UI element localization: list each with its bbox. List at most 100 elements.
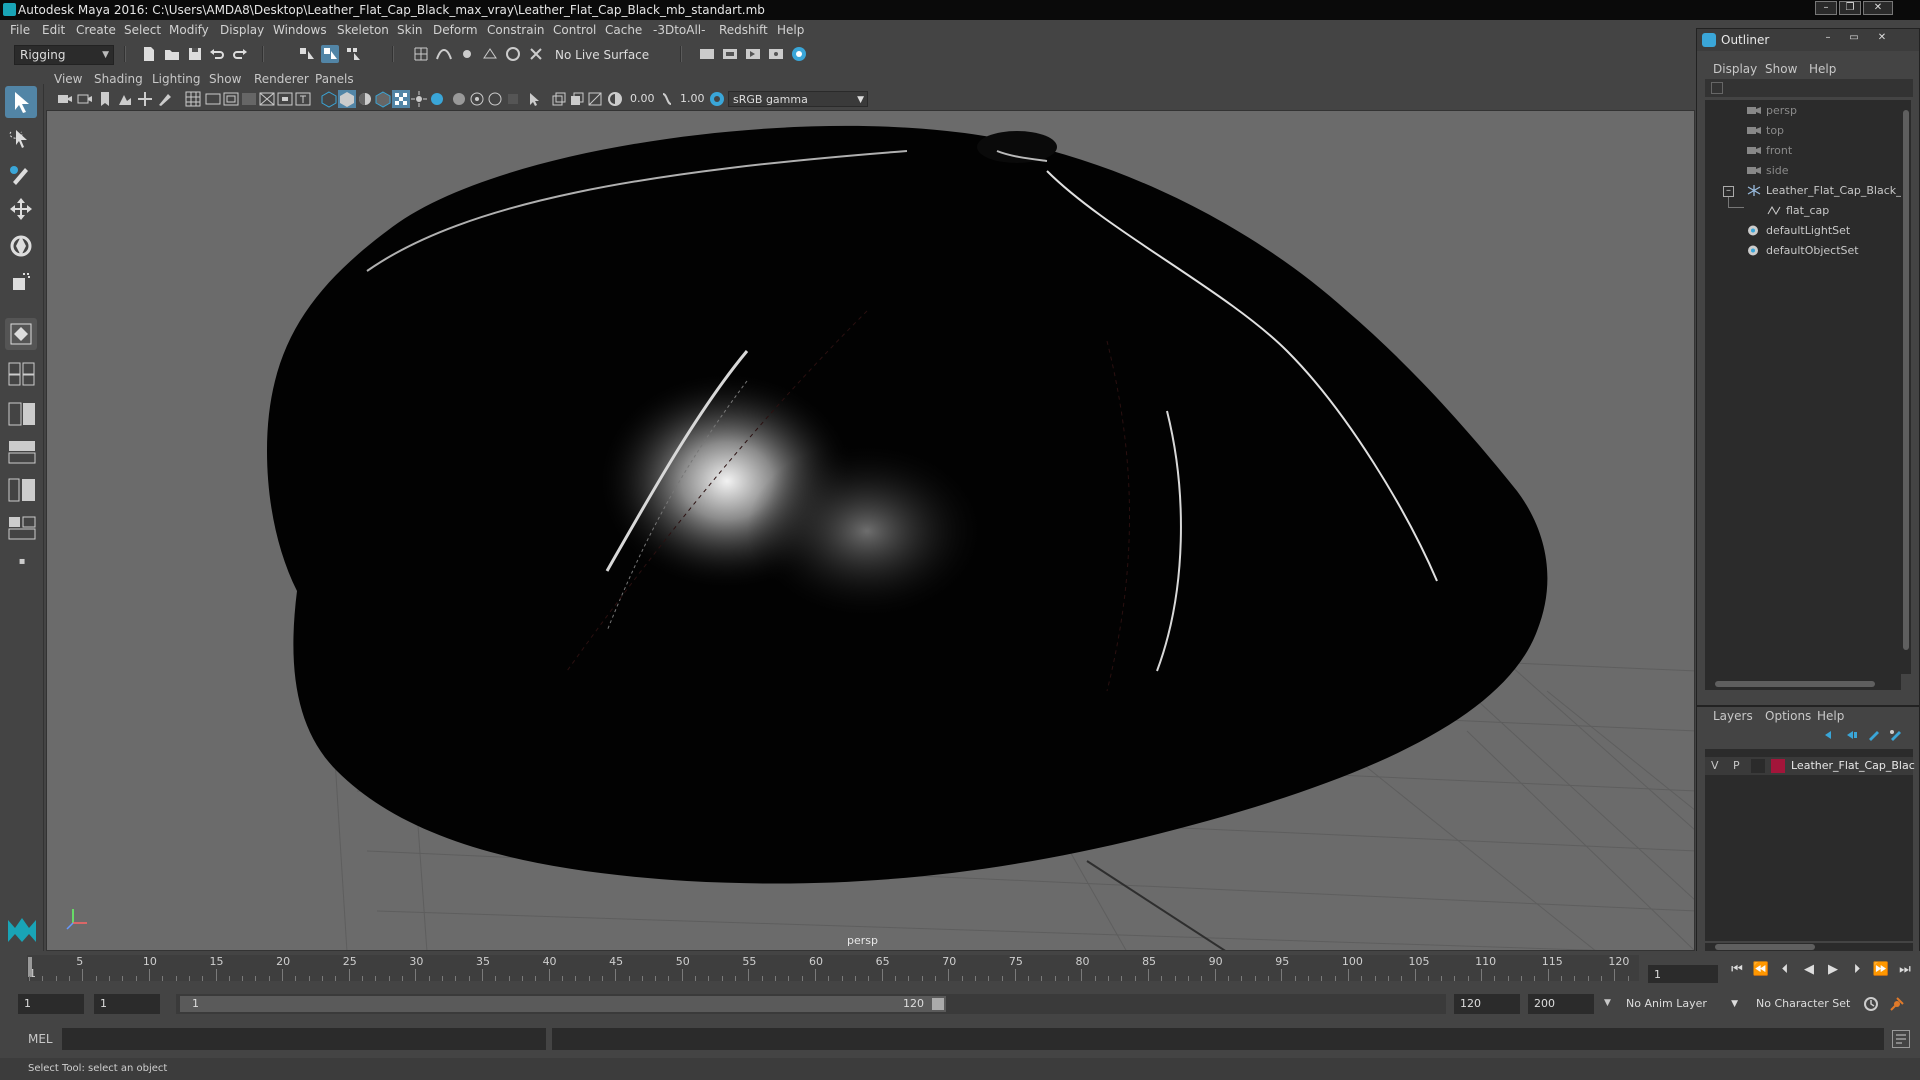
use-all-lights-icon[interactable] [410,90,428,108]
scrollbar-thumb[interactable] [1715,944,1815,950]
panel-menu-shading[interactable]: Shading [94,72,143,86]
select-by-hierarchy-icon[interactable] [298,45,316,63]
save-scene-icon[interactable] [186,45,204,63]
ipr-render-icon[interactable] [744,45,762,63]
range-slider-handle[interactable]: 1 120 [180,996,946,1012]
anim-layer-dropdown[interactable]: No Anim Layer ▼ [1620,994,1742,1014]
time-ruler[interactable]: 1 5 10 15 20 25 30 35 40 45 50 55 60 65 70 75 80 85 90 95 1… [27,955,1639,981]
step-back-frame-icon[interactable]: ⏴ [1776,962,1794,978]
two-d-pan-icon[interactable] [136,90,154,108]
menu-deform[interactable]: Deform [433,23,478,37]
menu-set-dropdown[interactable]: Rigging ▼ [14,45,114,65]
shaded-wireframe-icon[interactable] [374,90,392,108]
layer-row[interactable]: V P Leather_Flat_Cap_Blac [1705,757,1915,775]
move-layer-up-icon[interactable] [1823,729,1837,741]
snap-to-curve-icon[interactable] [435,45,453,63]
outliner-item-default-object-set[interactable]: defaultObjectSet [1747,243,1859,259]
xray-components-icon[interactable] [486,90,504,108]
layout-four-icon[interactable] [8,402,36,426]
outliner-minimize-button[interactable]: – [1818,32,1838,46]
layout-single-icon[interactable] [8,362,36,386]
playback-start-field[interactable]: 1 [94,994,160,1014]
last-tool-icon[interactable] [5,318,37,350]
safe-title-icon[interactable] [294,90,312,108]
layer-name[interactable]: Leather_Flat_Cap_Blac [1791,757,1915,775]
character-set-dropdown[interactable]: No Character Set [1750,994,1862,1014]
outliner-horizontal-scrollbar[interactable] [1705,679,1901,689]
layers-horizontal-scrollbar[interactable] [1705,943,1913,951]
new-scene-icon[interactable] [140,45,158,63]
outliner-menu-help[interactable]: Help [1809,62,1836,76]
panel-menu-view[interactable]: View [54,72,82,86]
playback-end-field[interactable]: 120 [1454,994,1520,1014]
hypershade-icon[interactable] [790,45,808,63]
render-current-frame-icon[interactable] [721,45,739,63]
animation-start-field[interactable]: 1 [18,994,84,1014]
panel-menu-lighting[interactable]: Lighting [152,72,201,86]
play-forwards-icon[interactable]: ▶ [1824,962,1842,978]
render-settings-icon[interactable] [698,45,716,63]
current-frame-field[interactable]: 1 [1648,965,1718,983]
maximize-button[interactable]: ❐ [1839,1,1861,15]
outliner-item-top[interactable]: top [1747,123,1784,139]
gamma-icon[interactable] [658,90,676,108]
backface-culling-icon[interactable] [504,90,522,108]
collapse-toggle-icon[interactable]: – [1723,186,1734,197]
ambient-occlusion-icon[interactable] [550,90,568,108]
range-slider-track[interactable]: 1 120 [176,994,1446,1014]
range-end-handle[interactable] [932,998,944,1010]
view-transform-dropdown[interactable]: sRGB gamma ▼ [728,91,868,107]
outliner-item-persp[interactable]: persp [1747,103,1797,119]
undo-icon[interactable] [208,45,226,63]
anti-aliasing-icon[interactable] [586,90,604,108]
camera-attributes-icon[interactable] [76,90,94,108]
layer-visibility-toggle[interactable]: V [1711,757,1719,775]
image-plane-icon[interactable] [116,90,134,108]
animation-preferences-icon[interactable] [1888,995,1906,1013]
outliner-filter-field[interactable] [1705,79,1913,97]
layout-graph-icon[interactable] [8,516,36,540]
scale-tool-icon[interactable] [5,266,37,298]
snap-to-point-icon[interactable] [458,45,476,63]
outliner-item-default-light-set[interactable]: defaultLightSet [1747,223,1850,239]
menu-windows[interactable]: Windows [273,23,327,37]
menu-skeleton[interactable]: Skeleton [337,23,389,37]
default-material-icon[interactable] [356,90,374,108]
outliner-item-side[interactable]: side [1747,163,1789,179]
layout-split-icon[interactable] [8,440,36,464]
menu-control[interactable]: Control [553,23,596,37]
more-layouts-icon[interactable]: ▪ [8,556,36,580]
script-language-label[interactable]: MEL [28,1032,53,1046]
live-surface-field[interactable]: No Live Surface [550,46,656,64]
menu-skin[interactable]: Skin [397,23,423,37]
smooth-shade-icon[interactable] [338,90,356,108]
layers-menu-help[interactable]: Help [1817,709,1844,723]
panel-menu-show[interactable]: Show [209,72,241,86]
menu-3dtoall[interactable]: -3DtoAll- [653,23,705,37]
go-to-start-icon[interactable]: ⏮ [1728,962,1746,978]
color-management-icon[interactable] [708,90,726,108]
scrollbar-thumb[interactable] [1903,110,1909,650]
new-layer-selected-icon[interactable] [1867,729,1881,741]
motion-blur-icon[interactable] [568,90,586,108]
exposure-icon[interactable] [606,90,624,108]
close-button[interactable]: ✕ [1863,1,1893,15]
step-forward-key-icon[interactable]: ⏩ [1872,962,1890,978]
script-editor-icon[interactable] [1892,1030,1910,1048]
menu-cache[interactable]: Cache [605,23,642,37]
outliner-close-button[interactable]: ✕ [1872,32,1892,46]
scrollbar-thumb[interactable] [1715,681,1875,687]
lasso-tool-icon[interactable] [5,122,37,154]
snap-to-view-plane-icon[interactable] [481,45,499,63]
shadows-icon[interactable] [428,90,446,108]
grid-toggle-icon[interactable] [184,90,202,108]
film-gate-icon[interactable] [204,90,222,108]
xray-icon[interactable] [450,90,468,108]
layers-menu-options[interactable]: Options [1765,709,1811,723]
exposure-field[interactable]: 0.00 [626,91,658,107]
xray-joints-icon[interactable] [468,90,486,108]
layers-menu-layers[interactable]: Layers [1713,709,1753,723]
new-layer-icon[interactable] [1889,729,1903,741]
select-by-component-icon[interactable] [344,45,362,63]
bookmarks-icon[interactable] [96,90,114,108]
